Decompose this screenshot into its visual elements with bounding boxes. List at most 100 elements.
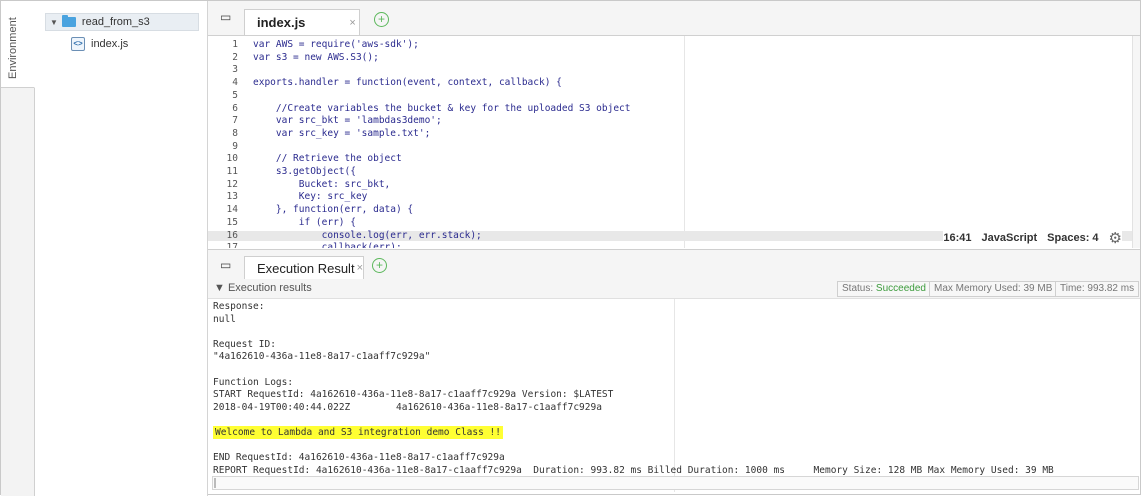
output-line: null — [213, 314, 236, 325]
output-divider — [674, 299, 675, 492]
code-line[interactable]: 9 — [208, 141, 1140, 152]
code-line[interactable]: 11 s3.getObject({ — [208, 167, 1140, 177]
language-mode[interactable]: JavaScript — [982, 232, 1038, 244]
line-text: exports.handler = function(event, contex… — [253, 77, 562, 89]
code-editor[interactable]: 1 var AWS = require('aws-sdk'); 2 var s3 = … — [208, 36, 1140, 248]
max-memory-badge: Max Memory Used: 39 MB — [929, 281, 1058, 297]
highlighted-log-text: Welcome to Lambda and S3 integration dem… — [213, 426, 503, 439]
line-text: // Retrieve the object — [253, 153, 402, 165]
file-tree: ▼ read_from_s3 <> index.js — [35, 1, 208, 496]
output-text: Response: — [213, 301, 265, 312]
execution-results-header: ▼ Execution results Status: Succeeded Ma… — [208, 279, 1140, 299]
line-text: callback(err); — [253, 242, 402, 248]
line-number: 6 — [232, 102, 238, 114]
code-line[interactable]: 13 Key: src_key — [208, 192, 1140, 202]
line-text: var AWS = require('aws-sdk'); — [253, 39, 419, 50]
tab-index-js[interactable]: index.js × — [244, 9, 360, 35]
close-icon[interactable]: × — [349, 17, 355, 29]
folder-icon — [61, 15, 76, 27]
output-text: Request ID: — [213, 338, 276, 350]
output-text: 2018-04-19T00:40:44.022Z 4a162610-436a-1… — [213, 401, 602, 413]
editor-statusbar: 16:41 JavaScript Spaces: 4 ⚙ — [943, 229, 1122, 247]
ide-window: Environment ▼ read_from_s3 <> index.js ▭… — [0, 0, 1141, 496]
status-badge: Status: Succeeded — [837, 281, 931, 297]
code-line[interactable]: 2 var s3 = new AWS.S3(); — [208, 51, 1140, 63]
code-line[interactable]: 3 — [208, 65, 1140, 75]
line-number: 4 — [232, 77, 238, 89]
code-line[interactable]: 12 Bucket: src_bkt, — [208, 178, 1140, 190]
line-number: 5 — [232, 89, 238, 101]
pane-menu-icon[interactable]: ▭ — [220, 10, 231, 24]
code-line[interactable]: 7 var src_bkt = 'lambdas3demo'; — [208, 116, 1140, 126]
status-badge-label: Status: — [842, 283, 876, 294]
output-text: null — [213, 313, 236, 325]
line-number: 14 — [226, 204, 238, 216]
scroll-thumb[interactable] — [214, 478, 216, 488]
output-text: REPORT RequestId: 4a162610-436a-11e8-8a1… — [213, 464, 1054, 476]
chevron-down-icon[interactable]: ▼ — [50, 18, 58, 27]
file-name: index.js — [91, 38, 129, 50]
close-icon[interactable]: × — [357, 262, 363, 274]
code-line[interactable]: 1 var AWS = require('aws-sdk'); — [208, 40, 1140, 50]
execution-results-toggle[interactable]: ▼ Execution results — [214, 282, 312, 294]
line-text: }, function(err, data) { — [253, 204, 414, 216]
output-line: 2018-04-19T00:40:44.022Z 4a162610-436a-1… — [213, 402, 602, 413]
gear-icon[interactable]: ⚙ — [1109, 229, 1122, 247]
add-tab-icon[interactable]: + — [374, 12, 389, 27]
tab-execution-result[interactable]: Execution Result × — [244, 256, 364, 279]
js-file-icon: <> — [71, 37, 85, 51]
code-line[interactable]: 4 exports.handler = function(event, conte… — [208, 78, 1140, 88]
output-text: "4a162610-436a-11e8-8a17-c1aaff7c929a" — [213, 351, 431, 363]
editor-scrollbar[interactable] — [1132, 36, 1140, 248]
output-line: Function Logs: — [213, 377, 293, 388]
output-line: Response: — [213, 301, 264, 312]
line-number: 2 — [232, 51, 238, 63]
output-line: REPORT RequestId: 4a162610-436a-11e8-8a1… — [213, 465, 1054, 476]
editor-tabbar: ▭ index.js × + — [208, 1, 1140, 36]
execution-output[interactable]: Response: null Request ID: "4a162610-436a-1… — [208, 299, 1140, 492]
line-number: 12 — [226, 178, 238, 190]
code-line[interactable]: 15 if (err) { — [208, 216, 1140, 228]
line-text: var src_key = 'sample.txt'; — [253, 127, 431, 139]
code-line[interactable]: 10 // Retrieve the object — [208, 154, 1140, 164]
output-text: END RequestId: 4a162610-436a-11e8-8a17-c… — [213, 452, 505, 464]
line-number: 1 — [232, 39, 238, 50]
environment-tab-label: Environment — [7, 17, 19, 79]
add-tab-icon[interactable]: + — [372, 258, 387, 273]
horizontal-scrollbar[interactable] — [212, 476, 1139, 490]
code-line[interactable]: 6 //Create variables the bucket & key fo… — [208, 102, 1140, 114]
line-text: s3.getObject({ — [253, 166, 356, 177]
output-line: END RequestId: 4a162610-436a-11e8-8a17-c… — [213, 452, 505, 463]
output-line: "4a162610-436a-11e8-8a17-c1aaff7c929a" — [213, 351, 430, 362]
indent-setting[interactable]: Spaces: 4 — [1047, 232, 1098, 244]
tree-folder-read-from-s3[interactable]: ▼ read_from_s3 — [45, 13, 199, 31]
tree-file-index-js[interactable]: <> index.js — [71, 35, 128, 53]
line-number: 7 — [232, 115, 238, 127]
line-text: var s3 = new AWS.S3(); — [253, 51, 379, 63]
line-number: 3 — [232, 64, 238, 76]
folder-name: read_from_s3 — [81, 16, 150, 28]
cursor-position[interactable]: 16:41 — [943, 232, 971, 244]
line-text: var src_bkt = 'lambdas3demo'; — [253, 115, 442, 127]
output-line: Request ID: — [213, 339, 276, 350]
code-line[interactable]: 8 var src_key = 'sample.txt'; — [208, 127, 1140, 139]
line-number: 15 — [226, 216, 238, 228]
line-text: //Create variables the bucket & key for … — [253, 102, 631, 114]
line-text: if (err) { — [253, 216, 356, 228]
code-line[interactable]: 5 — [208, 89, 1140, 101]
side-rail: Environment — [1, 1, 35, 496]
results-tabbar: ▭ Execution Result × + — [208, 249, 1140, 280]
line-number: 8 — [232, 127, 238, 139]
output-line: START RequestId: 4a162610-436a-11e8-8a17… — [213, 389, 613, 400]
environment-tab[interactable]: Environment — [1, 1, 35, 88]
line-number: 10 — [226, 153, 238, 165]
line-number: 16 — [226, 229, 238, 241]
output-line: Welcome to Lambda and S3 integration dem… — [213, 426, 503, 439]
time-badge: Time: 993.82 ms — [1055, 281, 1140, 297]
output-text: Function Logs: — [213, 376, 294, 388]
pane-menu-icon[interactable]: ▭ — [220, 258, 231, 272]
line-text: Bucket: src_bkt, — [253, 178, 391, 190]
line-number: 17 — [226, 242, 238, 248]
line-text: Key: src_key — [253, 191, 368, 203]
code-line[interactable]: 14 }, function(err, data) { — [208, 205, 1140, 215]
